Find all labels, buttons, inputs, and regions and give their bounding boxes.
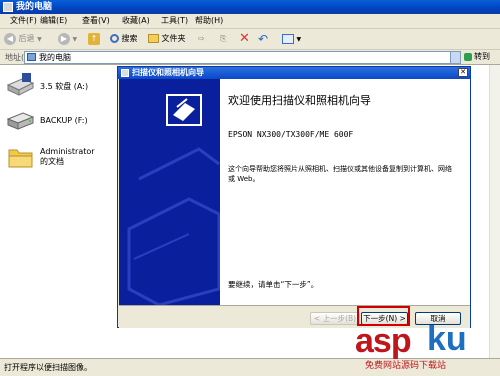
dialog-button-bar: < 上一步(B) 下一步(N) > 取消 [119,305,470,328]
scanner-small-icon [121,69,129,77]
scanner-wizard-dialog: 扫描仪和照相机向导 ✕ 欢迎使用扫描仪和照相机向导 EPSON NX300/TX… [117,66,471,328]
search-label: 搜索 [121,34,138,43]
go-label: 转到 [474,52,490,61]
forward-arrow-icon: ▶ [58,32,70,45]
address-input[interactable]: 我的电脑 ▼ [24,51,471,64]
search-button[interactable]: 搜索 [110,32,138,46]
go-button[interactable]: 转到 [464,51,490,62]
folders-button[interactable]: 文件夹 [148,32,186,46]
move-to-button[interactable]: ⇨ [198,32,205,46]
menu-file[interactable]: 文件(F) [10,16,37,26]
go-arrow-icon [464,52,472,61]
wizard-description: 这个向导帮助您将照片从照相机、扫描仪或其他设备复制到计算机、网络或 Web。 [228,165,452,183]
folder-icon [148,34,159,43]
scanner-watermark-graphic [127,94,220,305]
watermark-main: asp [355,322,412,360]
hard-drive-icon [6,112,34,130]
toolbar: ◀ 后退 ▼ ▶ ▼ ↑ 搜索 文件夹 ⇨ ⎘ ✕ ↶ ▼ [0,29,500,50]
address-bar: 地址(D) 我的电脑 ▼ 转到 [0,50,500,65]
undo-button[interactable]: ↶ [258,32,268,46]
item-label: Administrator 的文档 [40,147,95,166]
my-computer-small-icon [27,53,36,61]
wizard-side-banner [119,79,220,305]
delete-button[interactable]: ✕ [239,32,250,46]
window-titlebar: 我的电脑 [0,0,500,14]
back-button[interactable]: ◀ 后退 ▼ [4,32,42,46]
folder-icon [8,149,33,168]
back-button[interactable]: < 上一步(B) [310,312,360,325]
floppy-drive-icon [6,73,34,96]
watermark-sub: 免费网站源码下载站 [365,360,447,370]
copy-to-button[interactable]: ⎘ [220,32,226,46]
copy-to-icon: ⎘ [220,34,227,43]
undo-icon: ↶ [258,32,269,46]
window-title: 我的电脑 [16,2,53,12]
item-label: 3.5 软盘 (A:) [40,82,89,91]
close-icon: ✕ [460,68,466,76]
address-dropdown-button[interactable]: ▼ [450,52,471,63]
device-model: EPSON NX300/TX300F/ME 600F [228,130,354,139]
continue-hint: 要继续，请单击“下一步”。 [228,280,319,289]
views-button[interactable]: ▼ [282,32,301,46]
dialog-title: 扫描仪和照相机向导 [132,68,204,77]
up-folder-button[interactable]: ↑ [88,32,100,46]
folders-label: 文件夹 [161,34,186,43]
menu-view[interactable]: 查看(V) [82,16,110,26]
my-computer-icon [3,2,13,12]
menu-favorites[interactable]: 收藏(A) [122,16,150,26]
back-arrow-icon: ◀ [4,32,16,45]
back-label: 后退 [18,34,35,43]
menu-edit[interactable]: 编辑(E) [40,16,67,26]
watermark-ku: ku [427,320,467,358]
menu-bar: 文件(F) 编辑(E) 查看(V) 收藏(A) 工具(T) 帮助(H) [0,14,500,29]
search-icon [110,34,119,43]
item-label: BACKUP (F:) [40,116,88,125]
menu-help[interactable]: 帮助(H) [195,16,223,26]
dialog-titlebar: 扫描仪和照相机向导 ✕ [118,67,470,79]
close-button[interactable]: ✕ [458,68,468,77]
status-text: 打开程序以便扫描图像。 [4,363,92,372]
up-folder-icon: ↑ [88,32,100,45]
menu-tools[interactable]: 工具(T) [161,16,188,26]
address-value: 我的电脑 [39,53,71,62]
vertical-scrollbar[interactable] [489,65,500,358]
wizard-content: 欢迎使用扫描仪和照相机向导 EPSON NX300/TX300F/ME 600F… [220,79,470,305]
views-icon [282,33,294,44]
wizard-heading: 欢迎使用扫描仪和照相机向导 [228,94,371,107]
move-to-icon: ⇨ [198,34,205,43]
forward-button[interactable]: ▶ ▼ [58,32,77,46]
delete-icon: ✕ [239,31,250,46]
